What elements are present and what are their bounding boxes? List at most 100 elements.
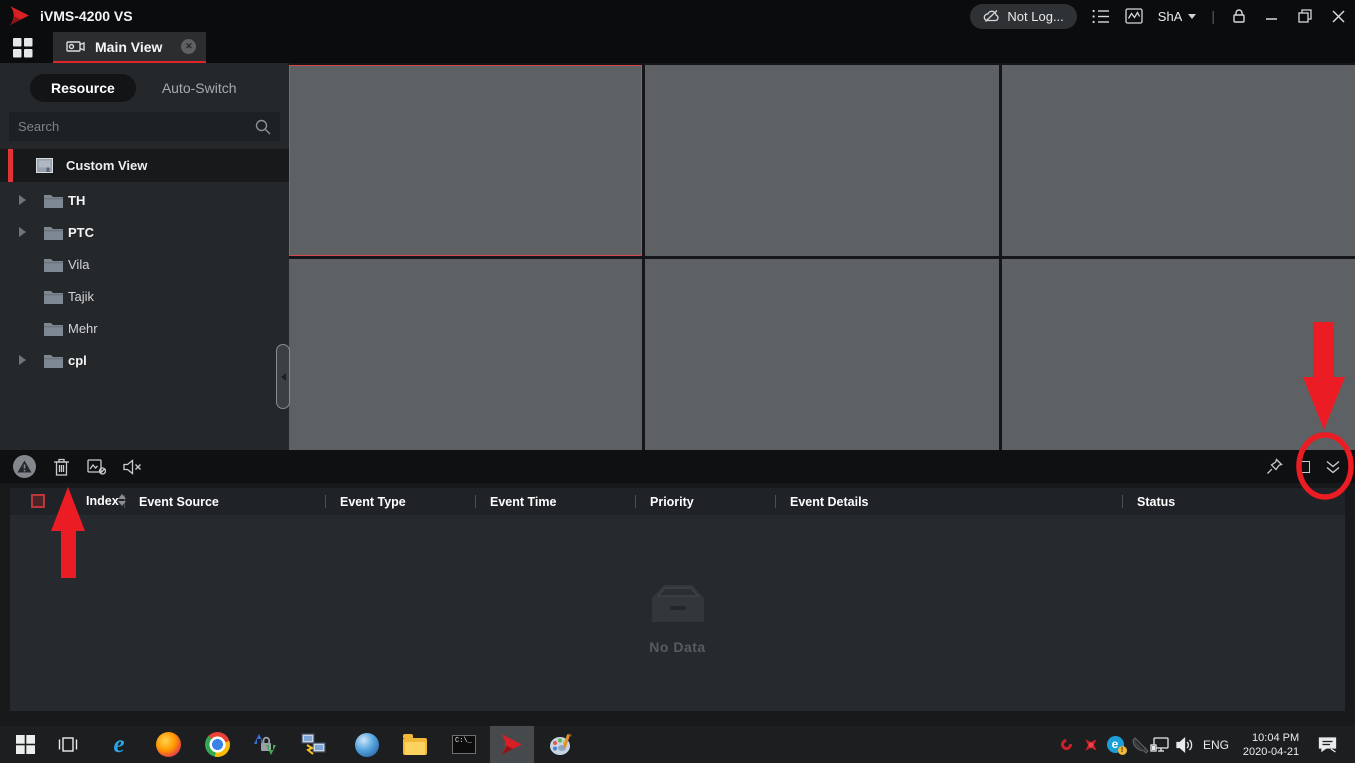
user-label: ShA	[1158, 9, 1183, 24]
tab-resource[interactable]: Resource	[30, 74, 136, 102]
device-tree: TH PTC Vila Tajik Mehr	[0, 184, 289, 376]
tray-clock[interactable]: 10:04 PM 2020-04-21	[1236, 726, 1306, 763]
tab-main-view[interactable]: Main View ✕	[53, 32, 206, 63]
no-data-label: No Data	[648, 639, 708, 655]
close-button[interactable]	[1329, 7, 1347, 25]
login-status-button[interactable]: Not Log...	[970, 4, 1076, 29]
internet-explorer-icon[interactable]: e	[101, 726, 137, 763]
titlebar-separator: |	[1211, 8, 1215, 24]
lock-icon[interactable]	[1230, 7, 1248, 25]
disable-picture-icon[interactable]	[87, 458, 106, 475]
video-cell-2[interactable]	[645, 65, 998, 256]
sort-icons[interactable]	[118, 494, 126, 506]
windows-taskbar: e C:\_	[0, 726, 1355, 763]
folder-icon	[44, 353, 63, 368]
col-priority[interactable]: Priority	[650, 495, 694, 509]
tree-item-mehr[interactable]: Mehr	[0, 312, 289, 344]
ivms-taskbar-active-icon[interactable]	[490, 726, 534, 763]
tray-network-icon[interactable]	[1147, 726, 1173, 763]
collapse-arrow-icon	[281, 373, 286, 381]
maximize-panel-icon[interactable]	[1298, 461, 1310, 473]
video-cell-5[interactable]	[645, 259, 998, 450]
alarm-triangle-icon[interactable]	[13, 455, 36, 478]
restore-button[interactable]	[1296, 7, 1314, 25]
event-list-icon[interactable]	[1092, 7, 1110, 25]
video-camera-icon	[66, 39, 86, 55]
col-event-source[interactable]: Event Source	[139, 495, 219, 509]
chrome-icon[interactable]	[199, 726, 235, 763]
no-data-placeholder: No Data	[648, 583, 708, 655]
event-panel: Index Event Source Event Type Event Time…	[0, 450, 1355, 726]
expand-arrow-icon[interactable]	[19, 195, 26, 205]
search-box[interactable]	[9, 112, 280, 141]
folder-icon	[44, 193, 63, 208]
custom-view-label: Custom View	[66, 158, 147, 173]
search-input[interactable]	[18, 119, 255, 134]
tab-bar: Main View ✕	[0, 32, 1355, 63]
video-cell-6[interactable]	[1002, 259, 1355, 450]
tray-language-label[interactable]: ENG	[1200, 726, 1232, 763]
col-index[interactable]: Index	[86, 494, 119, 508]
expand-arrow-icon[interactable]	[19, 355, 26, 365]
command-prompt-icon[interactable]: C:\_	[446, 726, 482, 763]
tray-red-ring-icon[interactable]	[1055, 726, 1077, 763]
tray-volume-icon[interactable]	[1172, 726, 1198, 763]
tab-close-icon[interactable]: ✕	[181, 39, 196, 54]
tree-item-vila[interactable]: Vila	[0, 248, 289, 280]
file-explorer-icon[interactable]	[397, 726, 433, 763]
action-center-icon[interactable]	[1312, 726, 1342, 763]
chevron-down-icon	[1188, 14, 1196, 19]
video-cell-3[interactable]	[1002, 65, 1355, 256]
custom-view-icon	[36, 158, 53, 173]
start-button[interactable]	[8, 726, 42, 763]
tray-red-burst-icon[interactable]	[1079, 726, 1103, 763]
collapse-panel-chevrons-icon[interactable]	[1325, 460, 1341, 474]
event-table-header: Index Event Source Event Type Event Time…	[10, 488, 1345, 515]
winbox-sphere-icon[interactable]	[349, 726, 385, 763]
secure-lock-app-icon[interactable]	[247, 726, 283, 763]
command-prompt-label: C:\_	[452, 735, 476, 754]
search-icon	[255, 119, 271, 135]
pin-panel-icon[interactable]	[1266, 458, 1283, 475]
col-event-details[interactable]: Event Details	[790, 495, 869, 509]
user-menu[interactable]: ShA	[1158, 9, 1197, 24]
folder-icon	[44, 257, 63, 272]
remote-computers-icon[interactable]	[296, 726, 332, 763]
sidebar-collapse-handle[interactable]	[276, 344, 290, 409]
event-table-body: No Data	[10, 515, 1345, 711]
firefox-icon[interactable]	[150, 726, 186, 763]
col-status[interactable]: Status	[1137, 495, 1175, 509]
monitor-chart-icon[interactable]	[1125, 7, 1143, 25]
tray-date: 2020-04-21	[1243, 745, 1299, 759]
expand-arrow-icon[interactable]	[19, 227, 26, 237]
tray-eset-icon[interactable]: e!	[1103, 726, 1127, 763]
sidebar-item-custom-view[interactable]: Custom View	[0, 149, 289, 182]
col-event-type[interactable]: Event Type	[340, 495, 406, 509]
col-event-time[interactable]: Event Time	[490, 495, 556, 509]
tree-item-th[interactable]: TH	[0, 184, 289, 216]
tree-item-tajik[interactable]: Tajik	[0, 280, 289, 312]
title-bar: iVMS-4200 VS Not Log...	[0, 0, 1355, 32]
tree-item-ptc[interactable]: PTC	[0, 216, 289, 248]
resource-sidebar: Resource Auto-Switch Custom View	[0, 63, 289, 450]
tree-item-cpl[interactable]: cpl	[0, 344, 289, 376]
modules-menu-icon[interactable]	[13, 38, 33, 58]
video-cell-1-selected[interactable]	[289, 65, 642, 256]
event-toolbar	[0, 450, 1355, 483]
app-title: iVMS-4200 VS	[40, 8, 133, 24]
login-status-label: Not Log...	[1007, 9, 1063, 24]
clear-events-trash-icon[interactable]	[53, 458, 70, 476]
mute-audio-icon[interactable]	[123, 459, 142, 475]
tray-time: 10:04 PM	[1243, 731, 1299, 745]
app-logo-icon	[9, 6, 31, 26]
select-all-checkbox[interactable]	[31, 494, 45, 508]
task-view-button[interactable]	[50, 726, 86, 763]
minimize-button[interactable]	[1263, 7, 1281, 25]
tab-auto-switch[interactable]: Auto-Switch	[162, 80, 237, 96]
video-grid	[289, 63, 1355, 450]
paint-icon[interactable]	[543, 726, 579, 763]
event-table: Index Event Source Event Type Event Time…	[10, 488, 1345, 711]
folder-icon	[44, 321, 63, 336]
video-cell-4[interactable]	[289, 259, 642, 450]
folder-icon	[44, 289, 63, 304]
